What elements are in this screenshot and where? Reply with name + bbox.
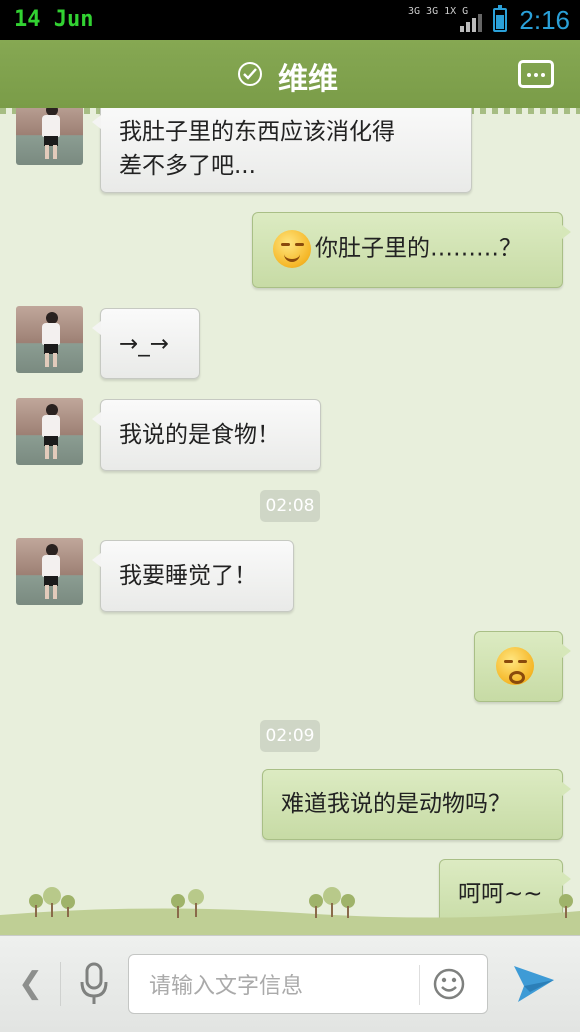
message-text: 你肚子里的………？ xyxy=(315,235,522,262)
input-bar: ❮ xyxy=(0,935,580,1032)
send-arrow-icon[interactable] xyxy=(512,962,556,1006)
timestamp-divider: 02:08 xyxy=(260,490,320,522)
microphone-icon[interactable] xyxy=(78,962,110,1006)
message-bubble-incoming[interactable]: 我肚子里的东西应该消化得 差不多了吧... xyxy=(92,108,472,193)
timestamp-divider: 02:09 xyxy=(260,720,320,752)
chevron-left-icon[interactable]: ❮ xyxy=(18,966,43,1001)
divider xyxy=(419,965,420,1005)
message-text: →_→ xyxy=(119,331,170,357)
message-input[interactable] xyxy=(147,969,411,1003)
status-bar: 14 Jun 3G 3G 1X G 2:16 xyxy=(0,0,580,40)
battery-icon xyxy=(493,5,507,32)
signal-icon xyxy=(460,14,482,32)
message-bubble-outgoing[interactable] xyxy=(474,631,571,702)
divider xyxy=(60,962,61,1006)
smirk-face-emoji-icon xyxy=(273,230,311,268)
emoji-smiley-icon[interactable] xyxy=(433,968,465,1000)
contact-avatar[interactable] xyxy=(16,306,83,373)
status-time: 2:16 xyxy=(519,5,570,35)
check-circle-icon xyxy=(238,62,262,86)
contact-name: 维维 xyxy=(278,62,338,97)
message-text: 难道我说的是动物吗？ xyxy=(281,791,511,817)
more-options-button[interactable] xyxy=(518,60,554,88)
message-text: 我说的是食物！ xyxy=(119,422,280,448)
message-bubble-incoming[interactable]: 我要睡觉了！ xyxy=(92,540,294,612)
contact-avatar[interactable] xyxy=(16,108,83,165)
message-input-box[interactable] xyxy=(128,954,488,1014)
status-date: 14 Jun xyxy=(14,7,94,32)
message-bubble-outgoing[interactable]: 你肚子里的………？ xyxy=(252,212,571,288)
message-bubble-incoming[interactable]: →_→ xyxy=(92,308,200,379)
message-bubble-outgoing[interactable]: 难道我说的是动物吗？ xyxy=(262,769,571,840)
chat-area[interactable]: 我肚子里的东西应该消化得 差不多了吧... 你肚子里的………？ →_→ 我说的是… xyxy=(0,108,580,935)
message-text: 我肚子里的东西应该消化得 差不多了吧... xyxy=(119,119,395,179)
message-text: 我要睡觉了！ xyxy=(119,563,257,589)
contact-avatar[interactable] xyxy=(16,538,83,605)
scenery-decoration xyxy=(0,887,580,935)
contact-avatar[interactable] xyxy=(16,398,83,465)
chat-header: 维维 xyxy=(0,40,580,114)
yawn-face-emoji-icon xyxy=(496,647,534,685)
message-bubble-incoming[interactable]: 我说的是食物！ xyxy=(92,399,321,471)
